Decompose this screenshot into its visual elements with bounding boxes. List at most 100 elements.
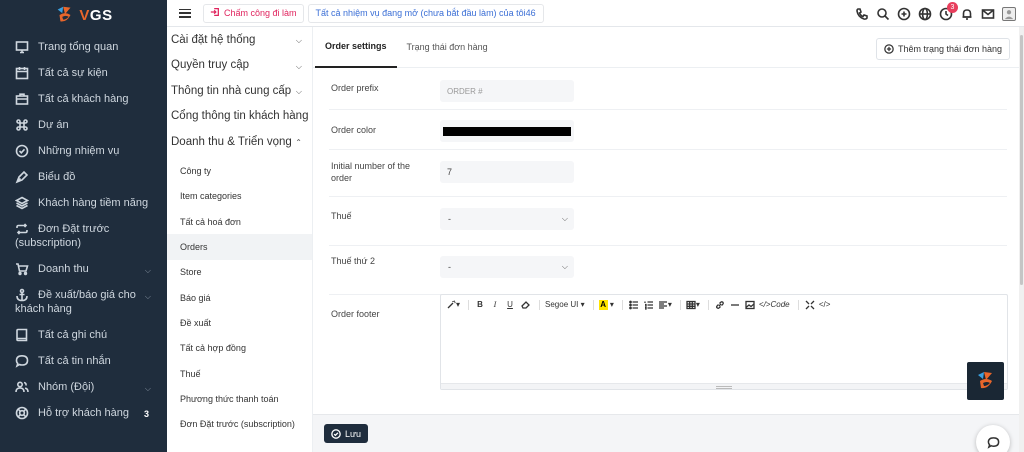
settings-group[interactable]: Thông tin nhà cung cấp ⌵ xyxy=(167,78,312,104)
save-label: Lưu xyxy=(345,428,362,439)
repeat-icon xyxy=(15,222,29,236)
tab-order-settings[interactable]: Order settings xyxy=(315,27,397,68)
settings-subitem[interactable]: Orders xyxy=(167,234,312,260)
underline-button[interactable]: U xyxy=(504,299,516,311)
align-icon[interactable]: ▾ xyxy=(658,299,672,311)
settings-subitem[interactable]: Store xyxy=(167,260,312,285)
sidebar-item[interactable]: Tất cả ghi chú xyxy=(0,322,167,348)
add-order-status-label: Thêm trạng thái đơn hàng xyxy=(898,44,1002,54)
editor-resize-handle[interactable] xyxy=(441,383,1007,389)
save-button[interactable]: Lưu xyxy=(324,424,369,443)
magic-wand-icon[interactable]: ▾ xyxy=(446,299,460,311)
sidebar-item-label: Tất cả khách hàng xyxy=(38,93,129,105)
sidebar-item[interactable]: Đề xuất/báo giá cho khách hàng ⌵ xyxy=(0,282,167,322)
sidebar-item-label: Những nhiệm vụ xyxy=(38,145,120,157)
code-button[interactable]: </>Code xyxy=(759,299,790,311)
chevron-down-icon: ⌵ xyxy=(144,292,151,301)
settings-subitem[interactable]: Đề xuất xyxy=(167,310,312,335)
tab-order-status[interactable]: Trạng thái đơn hàng xyxy=(397,27,498,68)
settings-subitems: Công ty Item categories Tất cả hoá đơn Orde… xyxy=(167,159,312,437)
initial-number-input[interactable]: 7 xyxy=(440,161,574,183)
eraser-icon[interactable] xyxy=(519,299,531,311)
menu-toggle-icon[interactable] xyxy=(179,8,191,18)
sidebar-item[interactable]: Đơn Đặt trước (subscription) xyxy=(0,216,167,256)
add-order-status-button[interactable]: Thêm trạng thái đơn hàng xyxy=(876,38,1010,60)
highlight-color-button[interactable]: A ▾ xyxy=(598,299,614,311)
main-sidebar: VGS Trang tổng quan Tất cả sự kiện Tất cả … xyxy=(0,0,167,452)
order-footer-editor[interactable]: ▾ B I U Segoe UI ▾ A ▾ ▾ ▾ </>Code </> xyxy=(440,294,1008,390)
sidebar-item[interactable]: Nhóm (Đội) ⌵ xyxy=(0,374,167,400)
horizontal-rule-icon[interactable] xyxy=(729,299,741,311)
font-family-select[interactable]: Segoe UI ▾ xyxy=(545,299,585,311)
link-icon[interactable] xyxy=(714,299,726,311)
tax2-select[interactable]: - ⌵ xyxy=(440,256,574,278)
sidebar-item-label: Đơn Đặt trước (subscription) xyxy=(15,223,110,249)
fullscreen-icon[interactable] xyxy=(804,299,816,311)
settings-subitem[interactable]: Tất cả hoá đơn xyxy=(167,209,312,234)
settings-subitem[interactable]: Công ty xyxy=(167,159,312,184)
sidebar-item[interactable]: Tất cả sự kiện xyxy=(0,60,167,86)
settings-subitem[interactable]: Item categories xyxy=(167,184,312,209)
initial-number-row: Initial number of the order 7 xyxy=(329,150,1007,197)
sidebar-item[interactable]: Tất cả khách hàng xyxy=(0,86,167,112)
order-color-input[interactable] xyxy=(440,120,574,142)
highlight-letter: A xyxy=(598,299,608,310)
settings-group[interactable]: Quyền truy cập ⌵ xyxy=(167,53,312,79)
clock-icon[interactable]: 3 xyxy=(939,1,958,21)
checkin-button[interactable]: Chấm công đi làm xyxy=(203,3,304,23)
users-icon xyxy=(15,380,29,394)
editor-text-area[interactable] xyxy=(441,314,1007,383)
settings-group[interactable]: Cổng thông tin khách hàng xyxy=(167,104,312,130)
chevron-down-icon: ⌵ xyxy=(144,266,151,275)
sidebar-item[interactable]: Khách hàng tiềm năng xyxy=(0,190,167,216)
bullet-list-icon[interactable] xyxy=(628,299,640,311)
monitor-icon xyxy=(15,40,29,54)
plus-circle-icon[interactable] xyxy=(897,7,911,21)
settings-subitem[interactable]: Tất cả hợp đồng xyxy=(167,336,312,361)
floating-brand-logo[interactable] xyxy=(967,362,1004,400)
order-color-swatch xyxy=(443,126,571,136)
sidebar-item[interactable]: Doanh thu ⌵ xyxy=(0,256,167,282)
source-code-button[interactable]: </> xyxy=(819,299,831,311)
phone-icon[interactable] xyxy=(855,7,869,21)
globe-icon[interactable] xyxy=(918,7,932,21)
sidebar-item-label: Dự án xyxy=(38,119,69,131)
numbered-list-icon[interactable] xyxy=(643,299,655,311)
sidebar-nav: Trang tổng quan Tất cả sự kiện Tất cả khác… xyxy=(0,34,167,426)
message-icon xyxy=(15,354,29,368)
sidebar-item[interactable]: Trang tổng quan xyxy=(0,34,167,60)
sidebar-item[interactable]: Biểu đồ xyxy=(0,164,167,190)
sidebar-item[interactable]: Dự án xyxy=(0,112,167,138)
italic-button[interactable]: I xyxy=(489,299,501,311)
bell-icon[interactable] xyxy=(960,7,974,21)
toolbar-divider xyxy=(468,299,470,310)
settings-subitem[interactable]: Đơn Đặt trước (subscription) xyxy=(167,411,312,436)
sidebar-item[interactable]: Hỗ trợ khách hàng 3 xyxy=(0,400,167,426)
initial-number-label-line2: order xyxy=(331,173,353,183)
page-scrollbar[interactable] xyxy=(1019,27,1024,452)
app-logo[interactable]: VGS xyxy=(0,0,167,30)
table-icon[interactable]: ▾ xyxy=(686,299,700,311)
settings-subitem[interactable]: Báo giá xyxy=(167,285,312,310)
chevron-down-icon: ⌵ xyxy=(295,36,302,45)
sidebar-item[interactable]: Tất cả tin nhắn xyxy=(0,348,167,374)
toolbar-divider xyxy=(592,299,594,310)
bold-button[interactable]: B xyxy=(474,299,486,311)
mail-icon[interactable] xyxy=(981,7,995,21)
settings-subitem[interactable]: Thuế xyxy=(167,361,312,386)
sidebar-item[interactable]: Những nhiệm vụ xyxy=(0,138,167,164)
settings-group[interactable]: Doanh thu & Triển vọng ⌃ xyxy=(167,129,312,155)
search-icon[interactable] xyxy=(876,7,890,21)
chat-button[interactable] xyxy=(976,425,1010,452)
order-prefix-input[interactable]: ORDER # xyxy=(440,80,574,102)
sidebar-item-label-line2: (subscription) xyxy=(15,237,82,249)
open-tasks-button[interactable]: Tất cả nhiệm vụ đang mở (chưa bắt đầu là… xyxy=(307,3,544,23)
settings-group[interactable]: Cài đặt hệ thống ⌵ xyxy=(167,27,312,53)
settings-subitem[interactable]: Phương thức thanh toán xyxy=(167,386,312,411)
user-avatar[interactable] xyxy=(1002,6,1016,21)
image-icon[interactable] xyxy=(744,299,756,311)
tax-label: Thuế xyxy=(331,211,352,221)
toolbar-divider xyxy=(539,299,541,310)
tax-select[interactable]: - ⌵ xyxy=(440,208,574,230)
chevron-down-icon: ⌵ xyxy=(295,87,302,96)
